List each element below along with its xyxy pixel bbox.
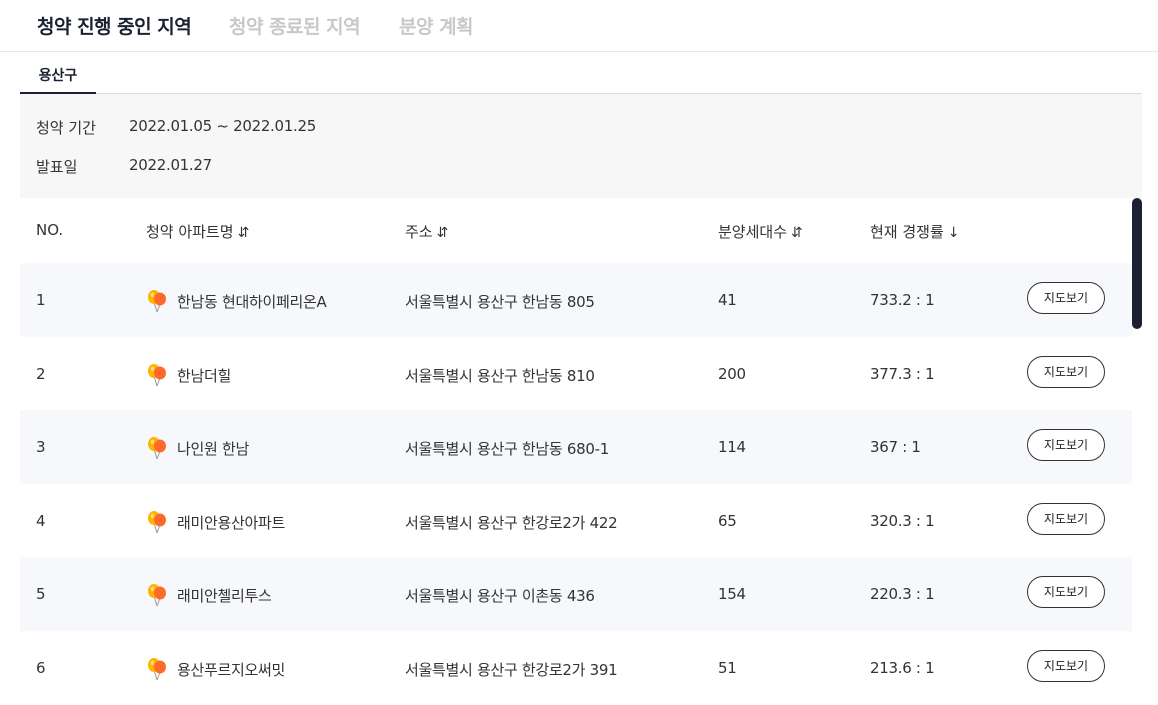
apartment-name: 한남더힐 [177,366,232,385]
view-map-button[interactable]: 지도보기 [1027,649,1105,682]
row-units: 51 [718,658,737,677]
row-address: 서울특별시 용산구 한남동 810 [405,366,595,385]
tab-ongoing-subscription[interactable]: 청약 진행 중인 지역 [37,12,192,39]
header-apartment-name-label: 청약 아파트명 [146,223,234,241]
row-address: 서울특별시 용산구 한남동 680-1 [405,440,609,458]
table-row: 5 래미안첼리투스 서울특별시 용산구 이촌동 436 154 220.3 : … [20,557,1132,631]
subscription-period-value: 2022.01.05 ~ 2022.01.25 [129,117,316,135]
row-address: 서울특별시 용산구 한강로2가 422 [405,513,618,532]
subscription-period-label: 청약 기간 [36,119,96,137]
apartment-name: 나인원 한남 [177,440,249,458]
tab-sale-plan[interactable]: 분양 계획 [399,12,474,39]
region-tab-yongsan[interactable]: 용산구 [20,52,96,95]
row-no: 4 [36,511,46,530]
row-address: 서울특별시 용산구 한강로2가 391 [405,660,618,679]
row-no: 5 [36,585,46,603]
row-no: 3 [36,438,46,456]
row-competition-rate: 320.3 : 1 [870,511,935,530]
row-competition-rate: 377.3 : 1 [870,364,935,383]
balloon-icon [148,290,166,313]
tab-ended-subscription[interactable]: 청약 종료된 지역 [229,12,361,39]
row-competition-rate: 367 : 1 [870,438,921,456]
sort-both-icon[interactable]: ⇵ [791,225,803,241]
row-address: 서울특별시 용산구 이촌동 436 [405,587,595,605]
table-row: 1 한남동 현대하이페리온A 서울특별시 용산구 한남동 805 41 733.… [20,263,1132,337]
header-apartment-name[interactable]: 청약 아파트명 ⇵ [146,221,249,242]
header-units-label: 분양세대수 [718,223,788,241]
apartment-name: 래미안첼리투스 [177,587,272,605]
row-units: 65 [718,511,737,530]
vertical-scrollbar[interactable] [1132,198,1142,705]
header-units[interactable]: 분양세대수 ⇵ [718,221,803,242]
view-map-button[interactable]: 지도보기 [1027,355,1105,388]
balloon-icon [148,584,166,607]
header-address[interactable]: 주소 ⇵ [405,221,448,242]
balloon-icon [148,363,166,386]
table-row: 3 나인원 한남 서울특별시 용산구 한남동 680-1 114 367 : 1… [20,410,1132,484]
announcement-date-value: 2022.01.27 [129,156,212,174]
apartment-table: NO. 청약 아파트명 ⇵ 주소 ⇵ 분양세대수 ⇵ 현재 경쟁률 ↓ 1 한남동 현대… [20,198,1132,704]
sort-both-icon[interactable]: ⇵ [238,225,250,241]
header-no: NO. [36,221,64,239]
balloon-icon [148,657,166,680]
table-body: 1 한남동 현대하이페리온A 서울특별시 용산구 한남동 805 41 733.… [20,263,1132,704]
apartment-name: 래미안용산아파트 [177,513,286,532]
row-no: 2 [36,364,46,383]
header-address-label: 주소 [405,223,433,241]
table-row: 4 래미안용산아파트 서울특별시 용산구 한강로2가 422 65 320.3 … [20,483,1132,557]
balloon-icon [148,510,166,533]
apartment-name: 용산푸르지오써밋 [177,660,286,679]
header-competition-rate[interactable]: 현재 경쟁률 ↓ [870,221,960,242]
table-row: 6 용산푸르지오써밋 서울특별시 용산구 한강로2가 391 51 213.6 … [20,630,1132,704]
row-competition-rate: 733.2 : 1 [870,291,935,309]
balloon-icon [148,437,166,460]
header-competition-rate-label: 현재 경쟁률 [870,223,944,241]
view-map-button[interactable]: 지도보기 [1027,282,1105,314]
sort-down-icon[interactable]: ↓ [948,225,960,241]
row-no: 6 [36,658,46,677]
subscription-info-box: 청약 기간 2022.01.05 ~ 2022.01.25 발표일 2022.0… [20,94,1142,198]
top-tab-bar: 청약 진행 중인 지역 청약 종료된 지역 분양 계획 [0,0,1158,52]
apartment-name: 한남동 현대하이페리온A [177,293,327,311]
sort-both-icon[interactable]: ⇵ [437,225,449,241]
row-competition-rate: 220.3 : 1 [870,585,935,603]
table-row: 2 한남더힐 서울특별시 용산구 한남동 810 200 377.3 : 1 지… [20,336,1132,410]
table-header: NO. 청약 아파트명 ⇵ 주소 ⇵ 분양세대수 ⇵ 현재 경쟁률 ↓ [20,198,1132,263]
row-units: 41 [718,291,737,309]
announcement-date-label: 발표일 [36,158,78,176]
region-tab-bar: 용산구 [20,52,1142,95]
row-units: 114 [718,438,746,456]
view-map-button[interactable]: 지도보기 [1027,429,1105,461]
row-units: 200 [718,364,746,383]
view-map-button[interactable]: 지도보기 [1027,502,1105,535]
row-units: 154 [718,585,746,603]
row-competition-rate: 213.6 : 1 [870,658,935,677]
view-map-button[interactable]: 지도보기 [1027,576,1105,608]
scrollbar-thumb[interactable] [1132,198,1142,329]
row-no: 1 [36,291,46,309]
row-address: 서울특별시 용산구 한남동 805 [405,293,595,311]
